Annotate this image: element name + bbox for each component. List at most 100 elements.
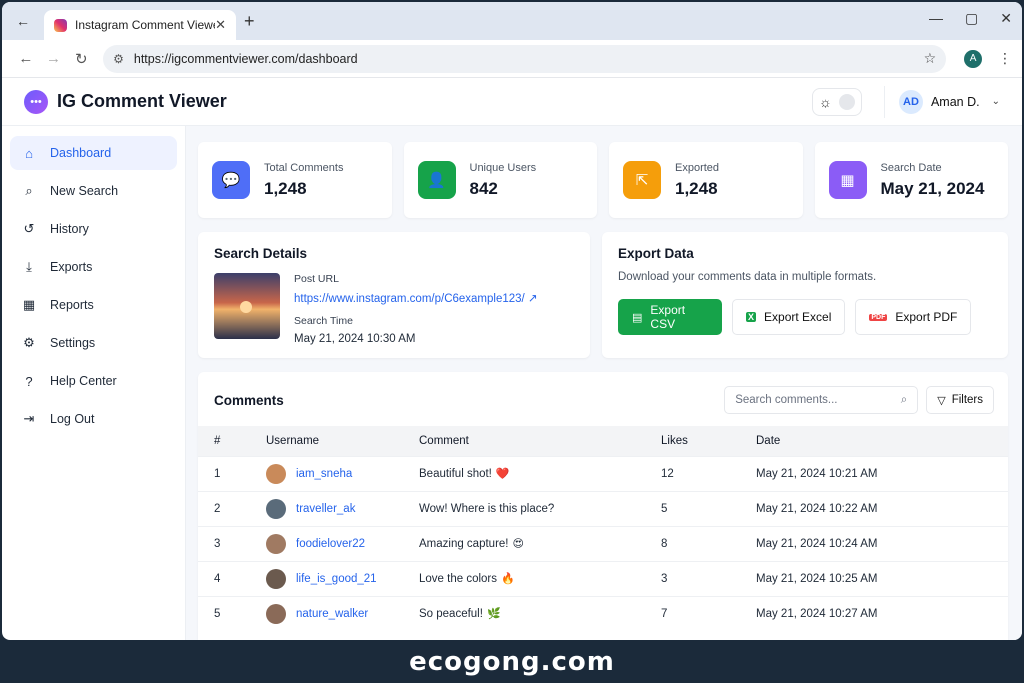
site-info-icon[interactable]: ⚙ <box>113 52 124 66</box>
table-row[interactable]: 2 traveller_ak Wow! Where is this place? 5 M… <box>198 490 1008 526</box>
comments-search-input[interactable]: Search comments... ⌕ <box>724 386 919 414</box>
comments-card: Comments Search comments... ⌕ ▽ Filters … <box>198 372 1008 640</box>
export-icon: ⇱ <box>623 161 661 199</box>
sidebar-item-label: Log Out <box>50 412 95 426</box>
theme-toggle[interactable]: ☼ <box>811 87 862 116</box>
likes-count: 5 <box>645 490 740 526</box>
username-link[interactable]: life_is_good_21 <box>296 573 377 585</box>
card-title: Export Data <box>618 246 694 261</box>
browser-menu-icon[interactable]: ⋮ <box>998 50 1012 67</box>
row-number: 4 <box>198 560 250 596</box>
avatar <box>266 568 286 589</box>
forward-icon[interactable]: → <box>40 50 68 67</box>
card-title: Search Details <box>214 246 308 261</box>
close-tab-icon[interactable]: ✕ <box>215 17 226 33</box>
tab-title: Instagram Comment Viewer <box>75 18 216 32</box>
sidebar-item-history[interactable]: ↺ History <box>10 212 177 246</box>
sidebar-item-reports[interactable]: ▦ Reports <box>10 288 177 322</box>
browser-profile-avatar[interactable]: A <box>964 49 983 68</box>
sidebar-item-new-search[interactable]: ⌕ New Search <box>10 174 177 208</box>
csv-file-icon: ▤ <box>632 311 643 324</box>
stat-label: Exported <box>675 161 720 174</box>
comment-text: Love the colors <box>419 573 497 585</box>
gear-icon: ⚙ <box>23 335 35 350</box>
post-url-label: Post URL <box>294 273 339 285</box>
bookmark-star-icon[interactable]: ☆ <box>924 50 937 67</box>
comment-emoji: 😍 <box>512 538 524 550</box>
sidebar-item-label: Reports <box>50 298 94 312</box>
sidebar-item-label: New Search <box>50 184 119 198</box>
calendar-icon: ▦ <box>828 161 867 199</box>
app-title: IG Comment Viewer <box>57 91 227 111</box>
user-icon: 👤 <box>417 161 456 199</box>
table-row[interactable]: 1 iam_sneha Beautiful shot! ❤️ 12 May 21, 202… <box>198 455 1008 491</box>
minimize-icon[interactable]: — <box>929 10 943 27</box>
browser-tab[interactable]: Instagram Comment Viewer ✕ <box>44 10 236 40</box>
sidebar-item-label: Help Center <box>50 374 117 388</box>
sidebar-item-dashboard[interactable]: ⌂ Dashboard <box>10 136 177 170</box>
avatar <box>266 603 286 624</box>
column-header[interactable]: Likes <box>645 426 740 456</box>
export-csv-button[interactable]: ▤ Export CSV <box>618 299 722 335</box>
watermark: ecogong.com <box>409 646 615 677</box>
filter-icon: ▽ <box>937 394 946 407</box>
username-link[interactable]: iam_sneha <box>296 468 352 480</box>
comment-emoji: 🔥 <box>501 573 515 585</box>
stats-row: 💬 Total Comments 1,248 👤 Unique Users 84… <box>198 142 1008 218</box>
search-placeholder: Search comments... <box>735 394 838 406</box>
username-link[interactable]: traveller_ak <box>296 503 355 515</box>
logo-icon: ••• <box>24 89 48 114</box>
likes-count: 7 <box>645 595 740 631</box>
row-number: 3 <box>198 525 250 561</box>
button-label: Export Excel <box>764 310 832 324</box>
tab-bar: ← Instagram Comment Viewer ✕ + — ▢ ✕ <box>2 2 1022 40</box>
row-number: 2 <box>198 490 250 526</box>
export-subtitle: Download your comments data in multiple … <box>618 271 877 283</box>
sidebar-item-log-out[interactable]: ⇥ Log Out <box>10 402 177 436</box>
toggle-knob <box>838 93 855 110</box>
filters-button[interactable]: ▽ Filters <box>926 386 994 414</box>
table-row[interactable]: 5 nature_walker So peaceful! 🌿 7 May 21, 2024… <box>198 595 1008 631</box>
sidebar: ⌂ Dashboard ⌕ New Search ↺ History ⤓ Exp… <box>2 126 186 640</box>
comment-date: May 21, 2024 10:25 AM <box>740 560 1008 596</box>
sidebar-item-settings[interactable]: ⚙ Settings <box>10 326 177 360</box>
back-icon[interactable]: ← <box>12 50 40 67</box>
table-row[interactable]: 4 life_is_good_21 Love the colors 🔥 3 May 21,… <box>198 560 1008 596</box>
comment-emoji: 🌿 <box>486 608 501 621</box>
close-window-icon[interactable]: ✕ <box>1000 10 1012 27</box>
user-menu[interactable]: AD Aman D. ⌄ <box>883 85 1000 118</box>
search-time-value: May 21, 2024 10:30 AM <box>294 333 416 345</box>
url-field[interactable]: ⚙ https://igcommentviewer.com/dashboard … <box>103 44 947 73</box>
sun-icon: ☼ <box>818 93 832 110</box>
sidebar-item-label: Exports <box>50 260 93 274</box>
post-url-text: https://www.instagram.com/p/C6example123… <box>294 293 525 305</box>
maximize-icon[interactable]: ▢ <box>965 10 978 27</box>
username-link[interactable]: nature_walker <box>296 608 368 620</box>
username-link[interactable]: foodielover22 <box>296 538 365 550</box>
reload-icon[interactable]: ↻ <box>67 50 95 68</box>
button-label: Export PDF <box>895 310 958 324</box>
download-icon: ⤓ <box>26 259 32 274</box>
export-excel-button[interactable]: X Export Excel <box>732 299 846 335</box>
tab-search-icon[interactable]: ← <box>10 8 36 34</box>
likes-count: 12 <box>645 455 740 491</box>
sidebar-item-label: Dashboard <box>50 146 112 160</box>
sidebar-item-label: Settings <box>50 336 96 350</box>
export-pdf-button[interactable]: PDF Export PDF <box>855 299 972 335</box>
browser-window: ← Instagram Comment Viewer ✕ + — ▢ ✕ ← →… <box>2 2 1022 640</box>
sidebar-item-label: History <box>50 222 89 236</box>
column-header[interactable]: # <box>198 426 250 456</box>
column-header[interactable]: Comment <box>403 426 645 456</box>
comment-text: So peaceful! <box>419 608 483 621</box>
sidebar-item-exports[interactable]: ⤓ Exports <box>10 250 177 284</box>
stat-card-exported: ⇱ Exported 1,248 <box>609 142 803 218</box>
avatar: AD <box>898 89 923 114</box>
column-header[interactable]: Username <box>250 426 403 456</box>
pdf-icon: PDF <box>869 313 888 321</box>
sidebar-item-help-center[interactable]: ? Help Center <box>10 364 177 398</box>
table-row[interactable]: 3 foodielover22 Amazing capture! 😍 8 May 21, … <box>198 525 1008 561</box>
new-tab-icon[interactable]: + <box>244 11 255 32</box>
post-url-link[interactable]: https://www.instagram.com/p/C6example123… <box>294 291 538 305</box>
search-time-label: Search Time <box>294 315 353 327</box>
column-header[interactable]: Date <box>740 426 1008 456</box>
